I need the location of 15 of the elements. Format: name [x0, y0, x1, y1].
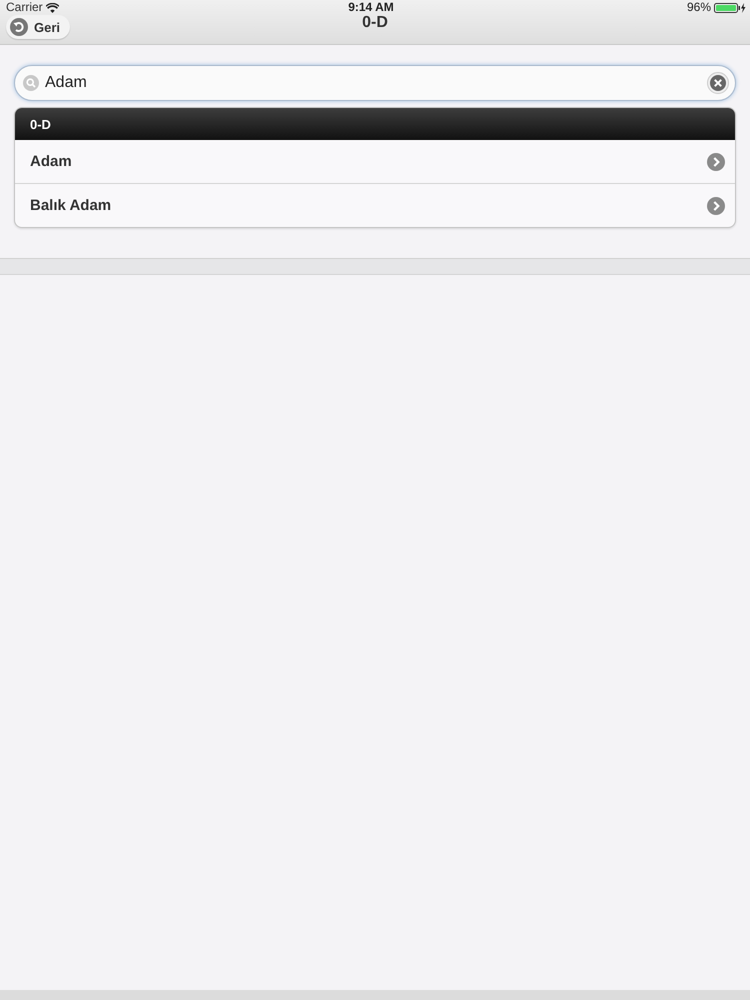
list-item[interactable]: Balık Adam: [15, 183, 735, 227]
page-title: 0-D: [361, 14, 389, 32]
clear-icon[interactable]: [707, 72, 729, 94]
carrier-label: Carrier: [6, 1, 43, 14]
back-button[interactable]: Geri: [6, 15, 70, 39]
wifi-icon: [46, 2, 59, 12]
chevron-icon: [707, 152, 725, 170]
search-bar[interactable]: Adam: [14, 65, 736, 101]
search-icon: [23, 75, 39, 91]
battery-percent: 96%: [686, 1, 711, 14]
battery-icon: [714, 2, 746, 12]
list-item[interactable]: Adam: [15, 140, 735, 183]
search-field[interactable]: Adam: [45, 74, 701, 92]
chevron-icon: [707, 196, 725, 214]
status-time: 9:14 AM: [347, 1, 395, 14]
